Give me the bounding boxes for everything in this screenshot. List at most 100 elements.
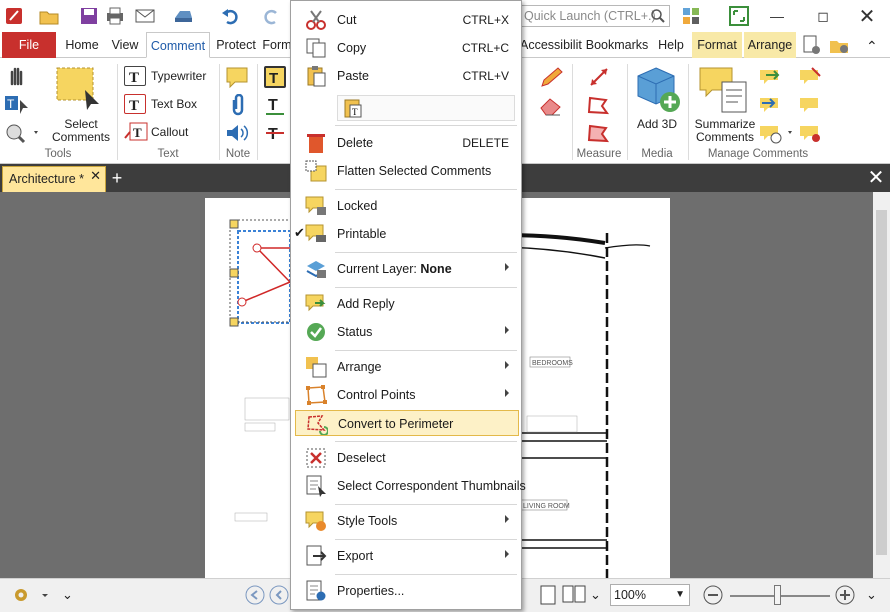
previous-page-icon[interactable] (268, 584, 290, 606)
undo-icon[interactable] (220, 5, 242, 27)
scrollbar-thumb[interactable] (876, 210, 887, 555)
convert-perimeter-icon (306, 413, 329, 436)
menu-item-export[interactable]: Export (295, 543, 519, 569)
document-tab[interactable]: Architecture * ✕ (2, 166, 106, 192)
doc-settings-icon[interactable] (800, 34, 822, 56)
folder-settings-icon[interactable] (828, 34, 850, 56)
typewriter-icon[interactable]: T (124, 66, 146, 86)
underline-text-icon[interactable]: T (264, 94, 286, 116)
maximize-button[interactable]: ◻ (800, 0, 846, 32)
close-window-button[interactable]: ✕ (844, 0, 890, 32)
callout-icon[interactable]: T (124, 122, 148, 142)
minimize-button[interactable]: — (754, 0, 800, 32)
add-3d-label[interactable]: Add 3D (636, 118, 678, 131)
open-folder-icon[interactable] (38, 5, 60, 27)
tab-comment[interactable]: Comment (146, 32, 210, 58)
customize-icon[interactable] (680, 5, 702, 27)
pencil-icon[interactable] (538, 66, 564, 88)
tab-form[interactable]: Form (262, 32, 292, 58)
two-page-icon[interactable] (562, 584, 586, 606)
add-3d-icon[interactable] (634, 64, 682, 116)
zoom-options-icon[interactable]: ⌄ (866, 587, 877, 603)
menu-item-locked[interactable]: Locked (295, 193, 519, 219)
zoom-slider-thumb[interactable] (774, 585, 781, 605)
view-options-icon[interactable]: ⌄ (590, 587, 601, 603)
single-page-icon[interactable] (538, 584, 558, 606)
eraser-icon[interactable] (538, 94, 564, 116)
tab-view[interactable]: View (106, 32, 144, 58)
tab-help[interactable]: Help (652, 32, 690, 58)
area-icon[interactable] (586, 122, 610, 144)
export-comments-icon[interactable] (758, 94, 782, 116)
tab-format[interactable]: Format (692, 32, 742, 58)
scan-icon[interactable] (172, 5, 194, 27)
menu-item-copy[interactable]: Copy CTRL+C (295, 35, 519, 61)
menu-item-status[interactable]: Status (295, 319, 519, 345)
text-box-label[interactable]: Text Box (151, 97, 197, 111)
highlight-text-icon[interactable]: T (264, 66, 286, 88)
sticky-note-icon[interactable] (225, 66, 249, 89)
callout-label[interactable]: Callout (151, 125, 188, 139)
menu-item-control-points[interactable]: Control Points (295, 382, 519, 408)
tab-arrange[interactable]: Arrange (744, 32, 796, 58)
zoom-field[interactable]: 100% ▼ (610, 584, 690, 606)
text-box-icon[interactable]: T (124, 94, 146, 114)
email-icon[interactable] (134, 5, 156, 27)
options-gear-icon[interactable] (10, 584, 50, 606)
redo-icon[interactable] (260, 5, 282, 27)
close-document-icon[interactable]: ✕ (866, 166, 886, 190)
menu-item-arrange[interactable]: Arrange (295, 354, 519, 380)
fullscreen-icon[interactable] (728, 5, 750, 27)
tab-accessibility[interactable]: Accessibility (520, 32, 582, 58)
select-comments-icon[interactable] (55, 66, 103, 112)
quick-launch-input[interactable]: Quick Launch (CTRL+.) (520, 5, 670, 27)
new-tab-icon[interactable]: + (108, 167, 126, 189)
comment-styles-icon[interactable] (798, 66, 822, 88)
zoom-out-icon[interactable] (702, 584, 724, 606)
chevron-down-icon[interactable]: ▼ (675, 585, 685, 605)
menu-item-deselect[interactable]: Deselect (295, 445, 519, 471)
menu-item-paste[interactable]: Paste CTRL+V (295, 63, 519, 89)
save-icon[interactable] (78, 5, 100, 27)
first-page-icon[interactable] (244, 584, 266, 606)
menu-item-delete[interactable]: Delete DELETE (295, 130, 519, 156)
strikeout-text-icon[interactable]: T (264, 122, 286, 144)
perimeter-icon[interactable] (586, 94, 610, 116)
search-icon[interactable] (650, 8, 666, 24)
summarize-comments-icon[interactable] (698, 66, 750, 116)
menu-item-select-thumbnails[interactable]: Select Correspondent Thumbnails (295, 473, 526, 499)
import-comments-icon[interactable] (758, 66, 782, 88)
menu-item-properties[interactable]: Properties... (295, 578, 519, 604)
close-tab-icon[interactable]: ✕ (90, 168, 101, 184)
collapse-ribbon-icon[interactable]: ⌃ (866, 38, 878, 55)
vertical-scrollbar[interactable] (873, 192, 890, 578)
tab-protect[interactable]: Protect (212, 32, 260, 58)
comment-list-icon[interactable] (798, 94, 822, 116)
comment-filter-icon[interactable] (758, 122, 794, 144)
menu-item-flatten[interactable]: Flatten Selected Comments (295, 158, 519, 184)
sound-icon[interactable] (225, 122, 249, 144)
zoom-in-icon[interactable] (834, 584, 856, 606)
flatten-icon (305, 160, 327, 182)
tab-bookmarks[interactable]: Bookmarks (584, 32, 650, 58)
menu-item-cut[interactable]: Cut CTRL+X (295, 7, 519, 33)
summarize-comments-label[interactable]: Summarize Comments (692, 118, 758, 144)
select-comments-label[interactable]: Select Comments (50, 118, 112, 144)
hand-tool-icon[interactable] (6, 64, 28, 86)
tab-home[interactable]: Home (60, 32, 104, 58)
menu-item-printable[interactable]: ✔ Printable (294, 221, 519, 247)
print-icon[interactable] (104, 5, 126, 27)
select-text-icon[interactable]: T (4, 94, 30, 116)
menu-item-add-reply[interactable]: Add Reply (295, 291, 519, 317)
distance-icon[interactable] (588, 66, 610, 88)
attachment-icon[interactable] (228, 93, 248, 116)
paste-text-icon[interactable]: T (342, 97, 364, 122)
expand-down-icon[interactable]: ⌄ (62, 587, 73, 603)
menu-item-current-layer[interactable]: Current Layer: None (295, 256, 519, 282)
zoom-tool-icon[interactable] (4, 122, 40, 144)
comment-settings-icon[interactable] (798, 122, 822, 144)
menu-item-style-tools[interactable]: Style Tools (295, 508, 519, 534)
typewriter-label[interactable]: Typewriter (151, 69, 206, 83)
tab-file[interactable]: File (2, 32, 56, 58)
menu-item-convert-to-perimeter[interactable]: Convert to Perimeter (295, 410, 519, 436)
